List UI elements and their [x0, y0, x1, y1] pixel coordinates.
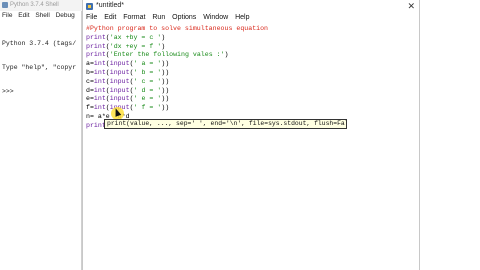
- menu-file[interactable]: File: [86, 14, 97, 21]
- menu-window[interactable]: Window: [203, 14, 228, 21]
- code-token-plain: d=: [86, 86, 94, 94]
- menu-edit[interactable]: Edit: [104, 14, 116, 21]
- close-button[interactable]: ✕: [407, 1, 415, 11]
- code-token-keyword: int: [93, 68, 106, 76]
- code-token-plain: )): [161, 68, 170, 76]
- code-token-string: ' e = ': [133, 95, 162, 103]
- python-file-icon: [86, 3, 93, 10]
- code-token-plain: )): [161, 95, 170, 103]
- code-token-string: 'dx +ey = f ': [109, 42, 162, 50]
- editor-menubar: File Edit Format Run Options Window Help: [83, 13, 419, 24]
- menu-help[interactable]: Help: [235, 14, 249, 21]
- shell-menu-edit[interactable]: Edit: [18, 12, 29, 19]
- code-line[interactable]: a=int(input(' a = ')): [86, 60, 416, 69]
- code-token-keyword: int: [93, 104, 106, 112]
- shell-menu-shell[interactable]: Shell: [35, 12, 49, 19]
- shell-title: Python 3.7.4 Shell: [10, 2, 59, 8]
- code-token-string: 'Enter the following vales :': [109, 51, 225, 59]
- code-token-keyword: print: [86, 51, 106, 59]
- code-token-keyword: input: [109, 86, 130, 94]
- menu-options[interactable]: Options: [172, 14, 196, 21]
- code-token-plain: )): [161, 104, 170, 112]
- code-line[interactable]: b=int(input(' b = ')): [86, 69, 416, 78]
- code-token-keyword: input: [109, 60, 130, 68]
- code-token-plain: e=: [86, 95, 94, 103]
- code-token-comment: #Python program to solve simultaneous eq…: [86, 25, 269, 32]
- menu-format[interactable]: Format: [123, 14, 145, 21]
- menu-run[interactable]: Run: [152, 14, 165, 21]
- code-token-keyword: int: [93, 60, 106, 68]
- code-token-plain: f=: [86, 104, 94, 112]
- code-token-plain: )): [161, 86, 170, 94]
- code-token-keyword: input: [109, 95, 130, 103]
- code-token-plain: b=: [86, 68, 94, 76]
- code-editor[interactable]: #Python program to solve simultaneous eq…: [86, 25, 416, 131]
- code-token-plain: ): [224, 51, 229, 59]
- code-token-string: ' a = ': [133, 60, 162, 68]
- code-line[interactable]: print('Enter the following vales :'): [86, 51, 416, 60]
- code-token-keyword: print: [86, 33, 106, 41]
- code-token-plain: ): [161, 33, 166, 41]
- editor-window[interactable]: *untitled* ✕ File Edit Format Run Option…: [82, 0, 420, 270]
- code-line[interactable]: print('ax +by = c '): [86, 34, 416, 43]
- code-line[interactable]: c=int(input(' c = ')): [86, 78, 416, 87]
- desktop-background: [421, 0, 480, 270]
- code-token-keyword: input: [109, 68, 130, 76]
- calltip-tooltip: print(value, ..., sep=' ', end='\n', fil…: [104, 119, 347, 129]
- code-token-keyword: int: [93, 95, 106, 103]
- code-line[interactable]: print('dx +ey = f '): [86, 43, 416, 52]
- editor-titlebar[interactable]: *untitled* ✕: [83, 0, 419, 13]
- code-token-keyword: print: [86, 42, 106, 50]
- code-token-keyword: print: [86, 121, 106, 129]
- code-token-keyword: int: [93, 86, 106, 94]
- code-token-plain: a=: [86, 60, 94, 68]
- shell-menu-debug[interactable]: Debug: [56, 12, 75, 19]
- code-token-plain: )): [161, 60, 170, 68]
- code-token-plain: )): [161, 77, 170, 85]
- shell-output[interactable]: Python 3.7.4 (tags/ Type "help", "copyr …: [2, 24, 82, 112]
- code-line[interactable]: e=int(input(' e = ')): [86, 95, 416, 104]
- shell-titlebar[interactable]: Python 3.7.4 Shell: [0, 0, 82, 11]
- code-token-string: ' b = ': [133, 68, 162, 76]
- shell-window[interactable]: Python 3.7.4 Shell File Edit Shell Debug…: [0, 0, 82, 270]
- editor-title: *untitled*: [96, 2, 125, 9]
- code-token-string: 'ax +by = c ': [109, 33, 162, 41]
- code-token-string: ' f = ': [133, 104, 162, 112]
- code-token-keyword: input: [109, 77, 130, 85]
- shell-line: Python 3.7.4 (tags/: [2, 40, 77, 47]
- shell-menu-file[interactable]: File: [2, 12, 12, 19]
- code-line[interactable]: d=int(input(' d = ')): [86, 87, 416, 96]
- code-token-keyword: int: [93, 77, 106, 85]
- code-token-plain: ): [161, 42, 166, 50]
- code-token-string: ' c = ': [133, 77, 162, 85]
- code-token-plain: c=: [86, 77, 94, 85]
- shell-prompt: >>>: [2, 88, 14, 95]
- python-icon: [2, 2, 8, 8]
- code-line[interactable]: f=int(input(' f = ')): [86, 104, 416, 113]
- code-line[interactable]: #Python program to solve simultaneous eq…: [86, 25, 416, 34]
- shell-menubar: File Edit Shell Debug: [0, 11, 82, 21]
- shell-line: Type "help", "copyr: [2, 64, 77, 71]
- code-token-string: ' d = ': [133, 86, 162, 94]
